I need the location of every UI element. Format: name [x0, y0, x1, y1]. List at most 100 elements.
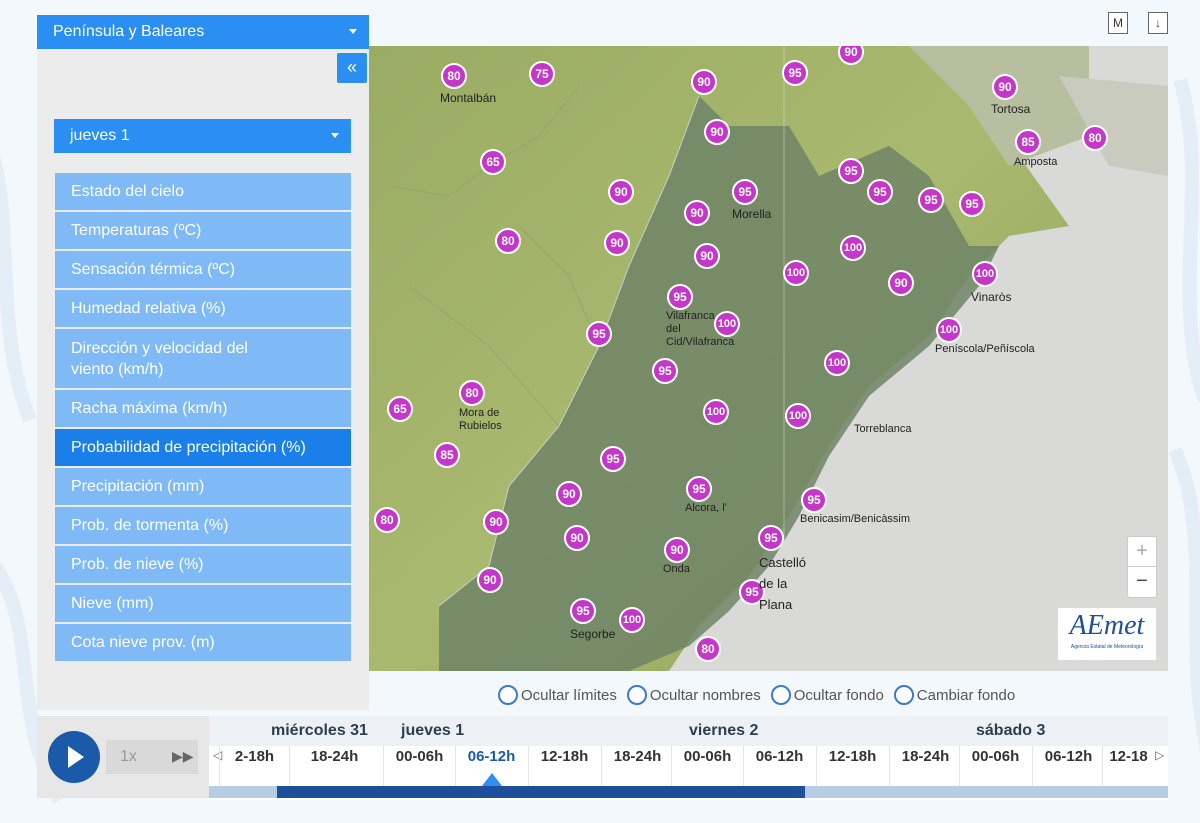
- region-select[interactable]: Península y Baleares: [37, 15, 369, 49]
- precip-marker[interactable]: 75: [529, 61, 555, 87]
- precip-marker[interactable]: 90: [664, 537, 690, 563]
- precip-marker[interactable]: 90: [483, 509, 509, 535]
- precip-marker[interactable]: 95: [918, 187, 944, 213]
- day-label: viernes 2: [689, 722, 759, 739]
- precip-marker[interactable]: 90: [704, 119, 730, 145]
- time-slot[interactable]: 12-18h: [528, 746, 600, 786]
- checkbox[interactable]: [626, 685, 647, 705]
- precip-marker[interactable]: 95: [959, 191, 985, 217]
- menu-item-prob-precipitacion[interactable]: Probabilidad de precipitación (%): [55, 429, 351, 466]
- time-slot[interactable]: 12-18: [1102, 746, 1154, 786]
- time-slot[interactable]: 06-12h: [743, 746, 815, 786]
- precip-marker[interactable]: 100: [936, 317, 962, 343]
- checkbox[interactable]: [498, 685, 518, 705]
- precip-marker[interactable]: 95: [782, 60, 808, 86]
- precip-marker[interactable]: 95: [586, 321, 612, 347]
- time-slot[interactable]: 18-24h: [601, 746, 673, 786]
- menu-item-sensacion-termica[interactable]: Sensación térmica (ºC): [55, 251, 351, 288]
- precip-marker[interactable]: 80: [459, 380, 485, 406]
- precip-marker[interactable]: 80: [441, 63, 467, 89]
- precip-marker[interactable]: 95: [600, 446, 626, 472]
- precip-marker[interactable]: 95: [667, 284, 693, 310]
- menu-item-racha[interactable]: Racha máxima (km/h): [55, 390, 351, 427]
- precip-marker[interactable]: 100: [972, 261, 998, 287]
- precip-marker[interactable]: 90: [992, 74, 1018, 100]
- precip-marker[interactable]: 95: [867, 179, 893, 205]
- collapse-sidebar-button[interactable]: «: [337, 53, 367, 83]
- precip-marker[interactable]: 90: [564, 525, 590, 551]
- precip-marker[interactable]: 100: [619, 607, 645, 633]
- day-select[interactable]: jueves 1: [54, 119, 351, 153]
- menu-item-prob-nieve[interactable]: Prob. de nieve (%): [55, 546, 351, 583]
- timeline-progress-fill[interactable]: [277, 786, 805, 798]
- time-slot[interactable]: 18-24h: [289, 746, 379, 786]
- precip-marker[interactable]: 65: [480, 149, 506, 175]
- option-ocultar-limites[interactable]: Ocultar límites: [498, 684, 617, 706]
- time-slot[interactable]: 00-06h: [383, 746, 455, 786]
- menu-item-viento[interactable]: Dirección y velocidad del viento (km/h): [55, 329, 351, 388]
- precip-marker[interactable]: 80: [695, 636, 721, 662]
- zoom-out-button[interactable]: −: [1128, 567, 1156, 597]
- day-label: jueves 1: [401, 722, 465, 739]
- chevron-down-icon: [331, 133, 339, 138]
- menu-item-label: Cota nieve prov. (m): [71, 634, 215, 651]
- play-button[interactable]: [48, 731, 100, 783]
- precip-marker[interactable]: 65: [387, 396, 413, 422]
- precip-marker[interactable]: 95: [732, 179, 758, 205]
- option-label: Ocultar fondo: [793, 686, 884, 704]
- precip-marker[interactable]: 85: [1015, 129, 1041, 155]
- menu-item-prob-tormenta[interactable]: Prob. de tormenta (%): [55, 507, 351, 544]
- precip-marker[interactable]: 90: [477, 567, 503, 593]
- option-label: Ocultar nombres: [649, 686, 761, 704]
- timeline-slots: ◁ 2-18h 18-24h 00-06h 06-12h 12-18h 18-2…: [209, 746, 1168, 786]
- menu-item-estado-cielo[interactable]: Estado del cielo: [55, 173, 351, 210]
- fast-forward-icon[interactable]: ▶▶: [172, 748, 194, 765]
- precip-marker[interactable]: 80: [374, 507, 400, 533]
- pdf-map-icon[interactable]: M: [1108, 12, 1128, 34]
- menu-item-temperaturas[interactable]: Temperaturas (ºC): [55, 212, 351, 249]
- menu-item-precipitacion[interactable]: Precipitación (mm): [55, 468, 351, 505]
- precip-marker[interactable]: 80: [495, 228, 521, 254]
- checkbox[interactable]: [770, 685, 791, 705]
- precip-marker[interactable]: 95: [758, 525, 784, 551]
- menu-item-humedad[interactable]: Humedad relativa (%): [55, 290, 351, 327]
- option-ocultar-fondo[interactable]: Ocultar fondo: [770, 684, 884, 706]
- precip-marker[interactable]: 90: [608, 179, 634, 205]
- precip-marker[interactable]: 100: [783, 260, 809, 286]
- precip-marker[interactable]: 95: [838, 158, 864, 184]
- option-cambiar-fondo[interactable]: Cambiar fondo: [893, 684, 1015, 706]
- precip-marker[interactable]: 95: [801, 487, 827, 513]
- precip-marker[interactable]: 90: [684, 200, 710, 226]
- time-slot[interactable]: 18-24h: [889, 746, 961, 786]
- precip-marker[interactable]: 90: [556, 481, 582, 507]
- precip-marker[interactable]: 90: [888, 270, 914, 296]
- time-slot[interactable]: 00-06h: [671, 746, 743, 786]
- precip-marker[interactable]: 90: [694, 243, 720, 269]
- download-icon[interactable]: ↓: [1148, 12, 1168, 34]
- menu-item-nieve[interactable]: Nieve (mm): [55, 585, 351, 622]
- precip-marker[interactable]: 90: [691, 69, 717, 95]
- precip-marker[interactable]: 100: [824, 350, 850, 376]
- precip-marker[interactable]: 95: [652, 358, 678, 384]
- scroll-right-icon[interactable]: ▷: [1155, 748, 1164, 762]
- precip-marker[interactable]: 100: [840, 235, 866, 261]
- precip-marker[interactable]: 100: [703, 399, 729, 425]
- speed-control[interactable]: 1x ▶▶: [106, 740, 198, 774]
- option-ocultar-nombres[interactable]: Ocultar nombres: [626, 684, 761, 706]
- checkbox[interactable]: [893, 685, 914, 705]
- precip-marker[interactable]: 80: [1082, 125, 1108, 151]
- menu-item-label: Humedad relativa (%): [71, 300, 226, 317]
- time-slot[interactable]: 2-18h: [219, 746, 289, 786]
- precip-marker[interactable]: 95: [686, 476, 712, 502]
- zoom-in-button[interactable]: +: [1128, 537, 1156, 567]
- precip-marker[interactable]: 100: [785, 403, 811, 429]
- precip-marker[interactable]: 90: [604, 230, 630, 256]
- precip-marker[interactable]: 85: [434, 442, 460, 468]
- time-slot[interactable]: 06-12h: [1032, 746, 1104, 786]
- menu-item-cota-nieve[interactable]: Cota nieve prov. (m): [55, 624, 351, 661]
- forecast-map[interactable]: 90 80 75 90 95 90 65 90 95 90 95 95 95 9…: [369, 46, 1168, 671]
- time-slot[interactable]: 12-18h: [816, 746, 888, 786]
- precip-marker[interactable]: 95: [570, 598, 596, 624]
- place-label: Amposta: [1014, 156, 1058, 168]
- time-slot[interactable]: 00-06h: [959, 746, 1031, 786]
